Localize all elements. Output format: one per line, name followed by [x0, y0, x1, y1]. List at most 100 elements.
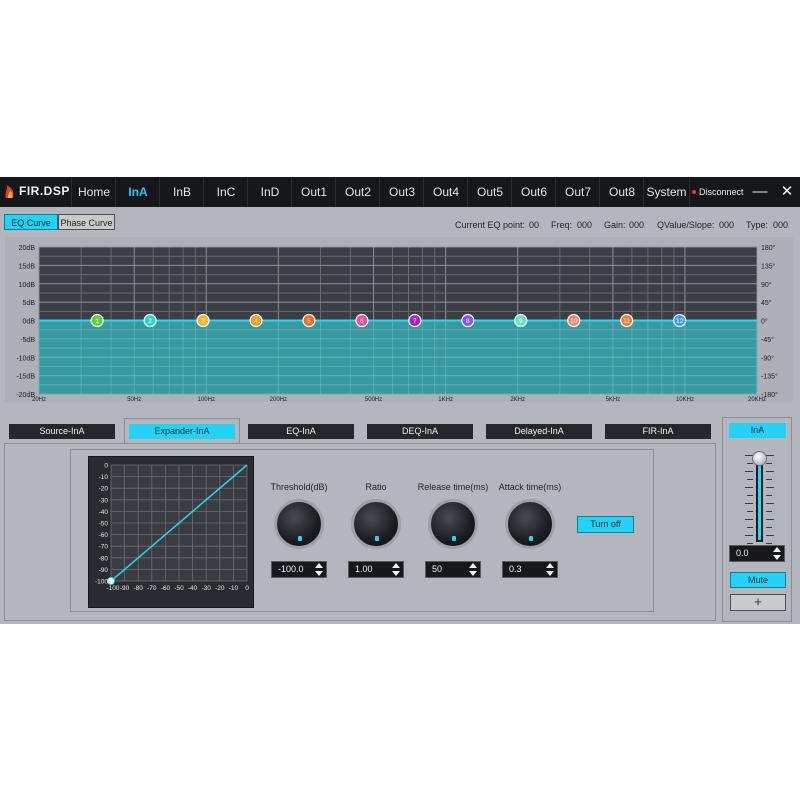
- logo-text: FIR.DSP: [19, 184, 70, 198]
- transfer-x-tick: -50: [174, 585, 184, 592]
- spin-arrows-icon[interactable]: [392, 563, 400, 576]
- attack-time-spinbox[interactable]: 0.3: [502, 561, 558, 578]
- nav-tab-inc[interactable]: InC: [203, 177, 248, 207]
- qvalue-value: 000: [719, 220, 735, 230]
- gain-spinbox[interactable]: 0.0: [729, 545, 785, 562]
- disconnect-label: Disconnect: [699, 187, 744, 197]
- type-label: Type:: [746, 220, 769, 230]
- freq-label: Freq:: [551, 220, 573, 230]
- ratio-knob[interactable]: [351, 499, 401, 549]
- nav-tab-ind[interactable]: InD: [247, 177, 292, 207]
- threshold-spinbox[interactable]: -100.0: [271, 561, 327, 578]
- eq-y-label: -15dB: [16, 374, 35, 381]
- eq-point-label: 4: [254, 318, 258, 325]
- nav-tab-out6[interactable]: Out6: [511, 177, 556, 207]
- eq-point-label: 7: [413, 318, 417, 325]
- transfer-y-tick: -80: [99, 555, 109, 562]
- app-logo: FIR.DSP: [4, 183, 70, 199]
- fader-tick: [745, 487, 753, 488]
- eq-x-label: 50Hz: [127, 397, 141, 402]
- fader-tick: [766, 511, 772, 512]
- transfer-y-tick: -90: [99, 567, 109, 574]
- close-button[interactable]: ✕: [775, 177, 799, 207]
- knob-indicator-icon: [452, 536, 456, 541]
- eq-y-label: 0dB: [23, 319, 36, 326]
- nav-tab-out5[interactable]: Out5: [467, 177, 512, 207]
- fader-tick: [747, 479, 753, 480]
- eq-y-label: 15dB: [19, 263, 36, 270]
- module-tab-source[interactable]: Source-InA: [9, 424, 115, 439]
- eq-point-label: 2: [148, 318, 152, 325]
- add-button[interactable]: +: [730, 594, 786, 611]
- fader-tick: [766, 495, 772, 496]
- eq-point-2[interactable]: 2: [143, 313, 157, 328]
- transfer-x-tick: -20: [215, 585, 225, 592]
- nav-tab-out4[interactable]: Out4: [423, 177, 468, 207]
- nav-tab-out2[interactable]: Out2: [335, 177, 380, 207]
- spin-arrows-icon[interactable]: [469, 563, 477, 576]
- eq-phase-label: 45°: [761, 299, 772, 307]
- attack-time-knob[interactable]: [505, 499, 555, 549]
- nav-tab-out1[interactable]: Out1: [291, 177, 336, 207]
- fader-tick: [766, 503, 774, 504]
- module-tab-expander[interactable]: Expander-InA: [129, 424, 235, 439]
- eq-point-label: 12: [676, 318, 684, 325]
- eq-point-3[interactable]: 3: [196, 313, 210, 328]
- threshold-knob[interactable]: [274, 499, 324, 549]
- ratio-label: Ratio: [365, 482, 387, 492]
- nav-tab-inb[interactable]: InB: [159, 177, 204, 207]
- threshold-label: Threshold(dB): [270, 482, 328, 492]
- fader-tick: [747, 463, 753, 464]
- fader-tick: [745, 519, 753, 520]
- eq-curve-button[interactable]: EQ Curve: [4, 214, 58, 230]
- eq-point-7[interactable]: 7: [408, 313, 422, 328]
- spin-arrows-icon[interactable]: [773, 547, 781, 560]
- eq-x-label: 20Hz: [32, 397, 46, 402]
- eq-point-8[interactable]: 8: [461, 313, 475, 328]
- transfer-x-tick: 0: [245, 585, 249, 592]
- eq-phase-label: 135°: [761, 262, 776, 270]
- nav-tab-system[interactable]: System: [643, 177, 689, 207]
- eq-point-9[interactable]: 9: [514, 313, 528, 328]
- disconnect-button[interactable]: Disconnect: [689, 177, 744, 207]
- eq-phase-label: -90°: [761, 354, 774, 362]
- eq-curve-graph[interactable]: 20dB 15dB 10dB 5dB 0dB -5dB -10dB -15dB -20dB 180…: [5, 237, 793, 402]
- fader-handle[interactable]: [752, 451, 767, 466]
- minimize-button[interactable]: —: [748, 177, 772, 207]
- eq-x-label: 1KHz: [438, 397, 453, 402]
- spin-arrows-icon[interactable]: [315, 563, 323, 576]
- fader-tick: [766, 519, 774, 520]
- turn-off-button[interactable]: Turn off: [577, 516, 634, 533]
- transfer-y-tick: 0: [104, 463, 108, 470]
- module-tab-eq[interactable]: EQ-InA: [248, 424, 354, 439]
- nav-tab-out7[interactable]: Out7: [555, 177, 600, 207]
- eq-point-11[interactable]: 11: [620, 313, 634, 328]
- module-tab-deq[interactable]: DEQ-InA: [367, 424, 473, 439]
- nav-tab-out3[interactable]: Out3: [379, 177, 424, 207]
- phase-curve-button[interactable]: Phase Curve: [58, 214, 115, 230]
- eq-point-6[interactable]: 6: [355, 313, 369, 328]
- module-tab-delayed[interactable]: Delayed-InA: [486, 424, 592, 439]
- eq-point-1[interactable]: 1: [90, 313, 104, 328]
- eq-x-label: 20KHz: [748, 397, 766, 402]
- gain-value: 000: [629, 220, 645, 230]
- eq-phase-label: 0°: [761, 318, 768, 326]
- eq-point-12[interactable]: 12: [673, 313, 687, 328]
- eq-point-5[interactable]: 5: [302, 313, 316, 328]
- eq-y-label: 20dB: [19, 245, 36, 252]
- nav-tab-ina[interactable]: InA: [115, 177, 160, 207]
- nav-tab-home[interactable]: Home: [71, 177, 116, 207]
- eq-point-4[interactable]: 4: [249, 313, 263, 328]
- eq-point-label: 11: [623, 318, 630, 325]
- ratio-spinbox[interactable]: 1.00: [348, 561, 404, 578]
- nav-tab-out8[interactable]: Out8: [599, 177, 644, 207]
- release-time-spinbox[interactable]: 50: [425, 561, 481, 578]
- release-time-knob[interactable]: [428, 499, 478, 549]
- eq-point-10[interactable]: 10: [567, 313, 581, 328]
- transfer-x-tick: -90: [120, 585, 130, 592]
- eq-curve-svg[interactable]: 20dB15dB10dB5dB0dB-5dB-10dB-15dB-20dB180…: [5, 237, 793, 402]
- module-tab-fir[interactable]: FIR-InA: [605, 424, 711, 439]
- spin-arrows-icon[interactable]: [546, 563, 554, 576]
- mute-button[interactable]: Mute: [730, 572, 786, 588]
- fader-tick: [766, 487, 774, 488]
